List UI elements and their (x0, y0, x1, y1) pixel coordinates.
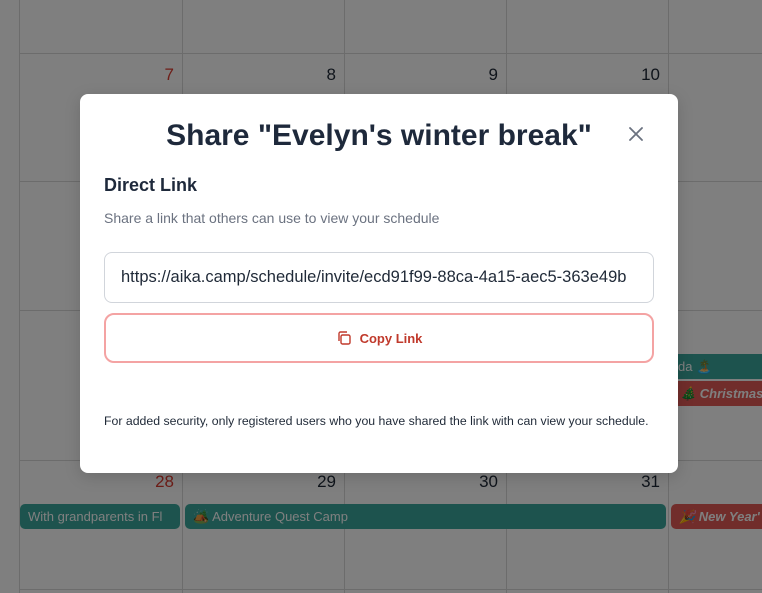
close-icon (629, 127, 643, 141)
share-modal: Share "Evelyn's winter break" Direct Lin… (80, 94, 678, 473)
section-description: Share a link that others can use to view… (104, 210, 440, 226)
security-note: For added security, only registered user… (104, 414, 649, 428)
section-title: Direct Link (104, 175, 198, 195)
copy-link-label: Copy Link (359, 330, 423, 346)
share-link-input[interactable] (104, 252, 654, 303)
copy-link-button[interactable]: Copy Link (104, 313, 654, 363)
modal-title: Share "Evelyn's winter break" (166, 119, 592, 152)
copy-icon (337, 331, 351, 345)
close-button[interactable] (626, 124, 646, 144)
